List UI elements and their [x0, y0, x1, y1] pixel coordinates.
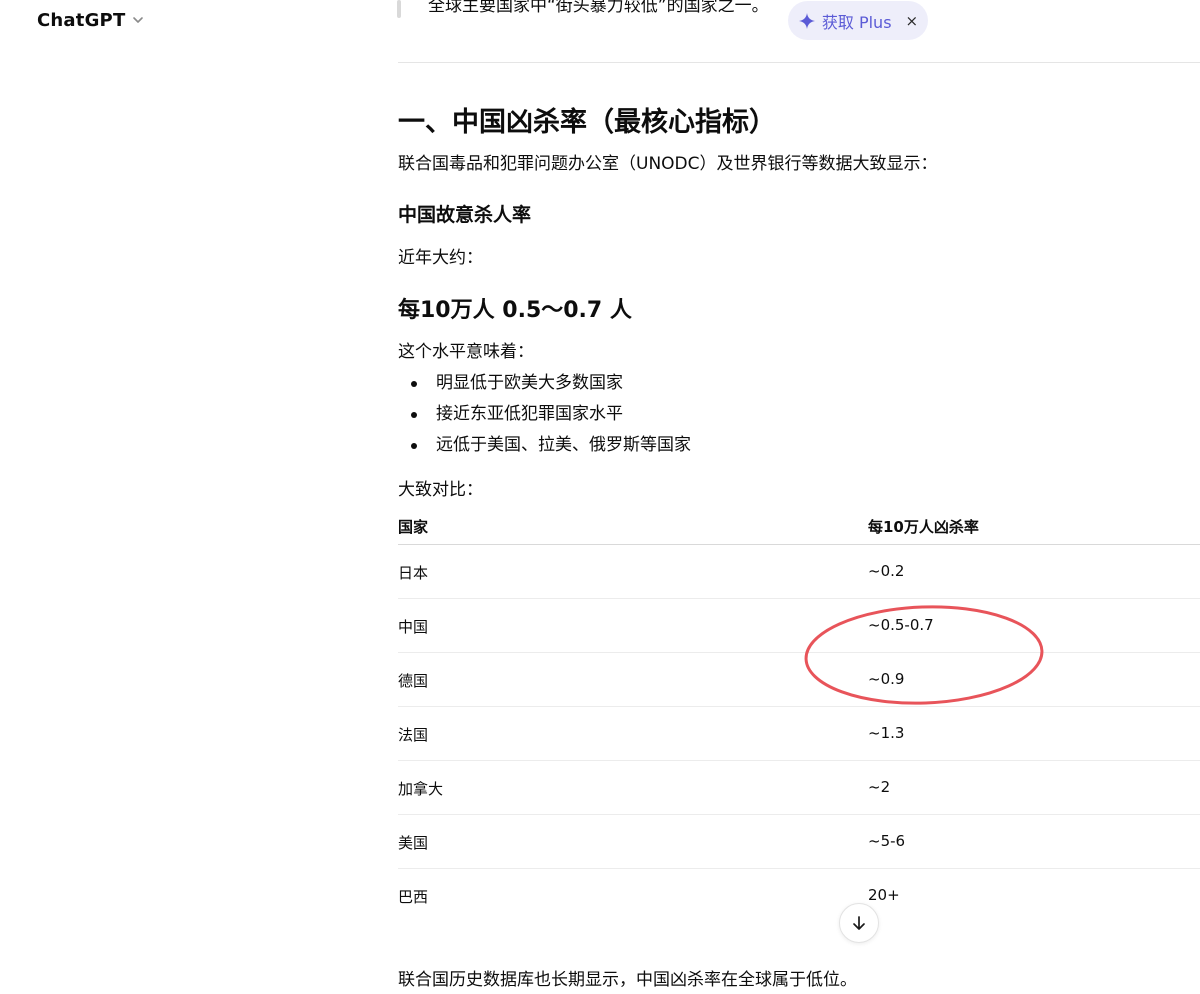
recent-label: 近年大约： — [398, 248, 483, 268]
meaning-label: 这个水平意味着： — [398, 342, 534, 362]
list-item: 明显低于欧美大多数国家 — [398, 368, 691, 399]
table-cell: ~2 — [868, 778, 891, 796]
table-header: 国家 每10万人凶杀率 — [398, 508, 1200, 545]
table-cell: ~0.2 — [868, 562, 905, 580]
chevron-down-icon — [133, 17, 144, 23]
table-cell: 加拿大 — [398, 780, 444, 798]
arrow-down-icon — [853, 916, 865, 930]
table-row: 巴西 20+ — [398, 869, 1200, 922]
get-plus-banner[interactable]: 获取 Plus × — [788, 1, 928, 40]
bullet-list: 明显低于欧美大多数国家 接近东亚低犯罪国家水平 远低于美国、拉美、俄罗斯等国家 — [398, 368, 691, 461]
list-item: 接近东亚低犯罪国家水平 — [398, 399, 691, 430]
close-banner-button[interactable]: × — [906, 12, 919, 30]
closing-text: 联合国历史数据库也长期显示，中国凶杀率在全球属于低位。 — [398, 970, 857, 990]
section-divider — [398, 62, 1200, 63]
homicide-rate-table: 国家 每10万人凶杀率 日本 ~0.2 中国 ~0.5-0.7 德国 ~0.9 … — [398, 508, 1200, 922]
table-cell: 德国 — [398, 672, 429, 690]
chat-page: ChatGPT 全球主要国家中“街头暴力较低”的国家之一。 获取 Plus × … — [0, 0, 1200, 994]
table-row: 日本 ~0.2 — [398, 545, 1200, 599]
compare-label: 大致对比： — [398, 480, 483, 500]
table-cell: ~5-6 — [868, 832, 906, 850]
model-switcher[interactable]: ChatGPT — [37, 7, 145, 33]
model-name: ChatGPT — [37, 9, 126, 31]
table-row: 中国 ~0.5-0.7 — [398, 599, 1200, 653]
table-cell: 法国 — [398, 726, 429, 744]
list-item: 远低于美国、拉美、俄罗斯等国家 — [398, 430, 691, 461]
column-header-country: 国家 — [398, 518, 429, 536]
table-cell: ~0.5-0.7 — [868, 616, 934, 634]
table-cell: 日本 — [398, 564, 429, 582]
table-cell: 美国 — [398, 834, 429, 852]
table-cell: 中国 — [398, 618, 429, 636]
intro-text: 联合国毒品和犯罪问题办公室（UNODC）及世界银行等数据大致显示： — [398, 154, 938, 174]
rate-highlight: 每10万人 0.5～0.7 人 — [398, 298, 632, 323]
table-cell: ~0.9 — [868, 670, 905, 688]
table-row: 美国 ~5-6 — [398, 815, 1200, 869]
section-heading: 一、中国凶杀率（最核心指标） — [398, 107, 776, 138]
table-cell: 巴西 — [398, 888, 429, 906]
table-cell: ~1.3 — [868, 724, 905, 742]
blockquote-text: 全球主要国家中“街头暴力较低”的国家之一。 — [428, 0, 769, 16]
get-plus-label: 获取 Plus — [821, 12, 892, 32]
table-row: 德国 ~0.9 — [398, 653, 1200, 707]
blockquote-bar — [397, 0, 401, 18]
subheading: 中国故意杀人率 — [398, 204, 532, 226]
sparkle-icon — [798, 12, 815, 29]
table-row: 法国 ~1.3 — [398, 707, 1200, 761]
table-row: 加拿大 ~2 — [398, 761, 1200, 815]
column-header-rate: 每10万人凶杀率 — [868, 518, 979, 536]
table-cell: 20+ — [868, 886, 900, 904]
scroll-to-bottom-button[interactable] — [839, 903, 879, 943]
